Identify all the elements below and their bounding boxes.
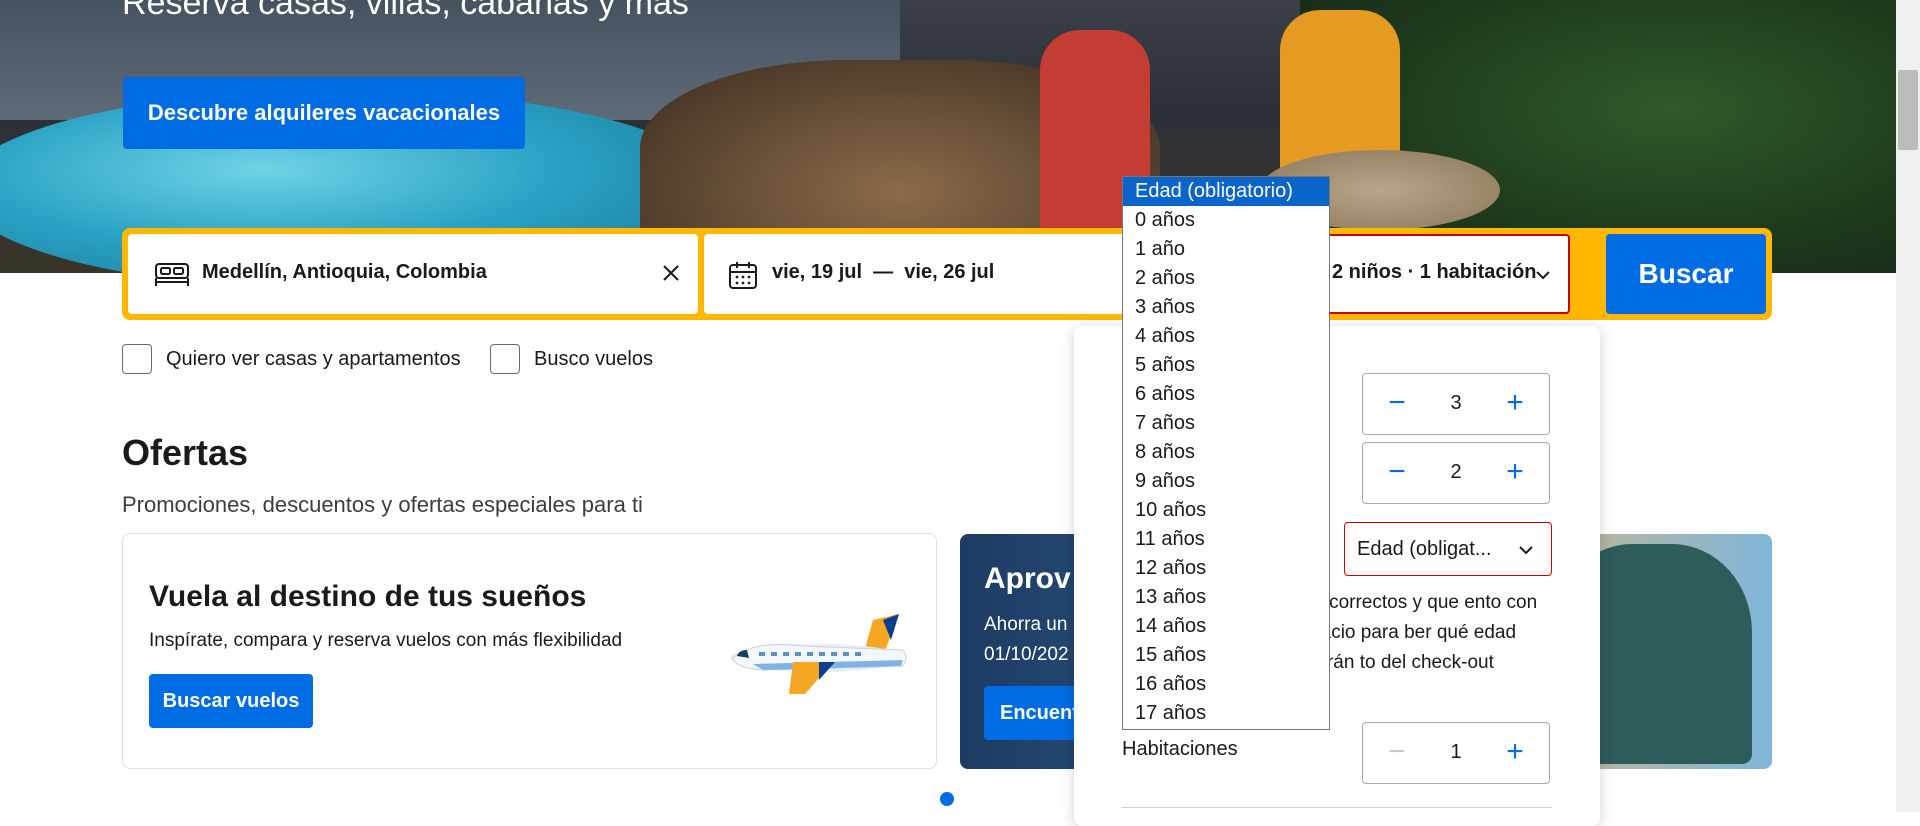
vacation-rentals-button[interactable]: Descubre alquileres vacacionales [123,77,525,149]
age-option[interactable]: 9 años [1123,467,1329,496]
carousel-dot[interactable] [940,792,954,806]
age-option[interactable]: 7 años [1123,409,1329,438]
age-option[interactable]: 15 años [1123,641,1329,670]
promo-offer-title: Aprov [984,562,1071,595]
age-option[interactable]: 3 años [1123,293,1329,322]
age-option[interactable]: 8 años [1123,438,1329,467]
close-icon[interactable] [658,260,684,286]
adults-stepper: − 3 + [1362,373,1550,435]
flights-offer-title: Vuela al destino de tus sueños [149,580,587,613]
age-option[interactable]: 6 años [1123,380,1329,409]
age-option[interactable]: 17 años [1123,699,1329,728]
guests-summary: 2 niños · 1 habitación [1332,261,1537,283]
scrollbar-thumb[interactable] [1898,70,1918,150]
child-age-select-value: Edad (obligat... [1357,538,1492,560]
bed-icon [155,263,189,286]
offers-title: Ofertas [122,432,249,473]
destination-field[interactable]: Medellín, Antioquia, Colombia [128,234,698,314]
child-age-dropdown-list: Edad (obligatorio) 0 años 1 año 2 años 3 año… [1122,176,1330,730]
flights-checkbox-label: Busco vuelos [534,347,653,370]
dates-field[interactable]: vie, 19 jul — vie, 26 jul [704,234,1144,314]
search-button[interactable]: Buscar [1606,234,1766,314]
chevron-down-icon [1519,546,1533,555]
age-option[interactable]: 16 años [1123,670,1329,699]
rooms-increase-button[interactable]: + [1497,735,1533,771]
popup-divider [1122,807,1552,808]
homes-checkbox-label: Quiero ver casas y apartamentos [166,347,461,370]
flights-checkbox-row[interactable]: Busco vuelos [490,344,653,374]
search-bar: Medellín, Antioquia, Colombia vie, 19 ju… [122,228,1772,320]
flights-offer-card: Vuela al destino de tus sueños Inspírate… [122,533,937,769]
calendar-icon [729,262,757,289]
offers-subtitle: Promociones, descuentos y ofertas especi… [122,492,643,517]
child-age-select[interactable]: Edad (obligat... [1344,522,1552,576]
chevron-down-icon [1536,271,1550,280]
page-scrollbar[interactable] [1896,0,1920,812]
rooms-stepper: − 1 + [1362,722,1550,784]
children-increase-button[interactable]: + [1497,455,1533,491]
age-option[interactable]: 0 años [1123,206,1329,235]
age-option[interactable]: 13 años [1123,583,1329,612]
flights-offer-text: Inspírate, compara y reserva vuelos con … [149,630,623,651]
flights-checkbox[interactable] [490,344,520,374]
search-flights-button[interactable]: Buscar vuelos [149,674,313,728]
age-option[interactable]: 12 años [1123,554,1329,583]
age-option[interactable]: 4 años [1123,322,1329,351]
age-option[interactable]: Edad (obligatorio) [1123,177,1329,206]
rooms-label: Habitaciones [1122,738,1238,760]
homes-checkbox[interactable] [122,344,152,374]
airplane-illustration [730,614,907,694]
children-age-note: cios correctos y que ento con espacio pa… [1290,592,1538,673]
age-option[interactable]: 1 año [1123,235,1329,264]
age-option[interactable]: 11 años [1123,525,1329,554]
age-option[interactable]: 2 años [1123,264,1329,293]
adults-increase-button[interactable]: + [1497,386,1533,422]
hero-title: Reserva casas, villas, cabañas y más [122,0,689,22]
children-stepper: − 2 + [1362,442,1550,504]
age-option[interactable]: 14 años [1123,612,1329,641]
age-option[interactable]: 10 años [1123,496,1329,525]
age-option[interactable]: 5 años [1123,351,1329,380]
dates-value: vie, 19 jul — vie, 26 jul [772,261,995,283]
homes-checkbox-row[interactable]: Quiero ver casas y apartamentos [122,344,461,374]
destination-value: Medellín, Antioquia, Colombia [202,261,487,283]
